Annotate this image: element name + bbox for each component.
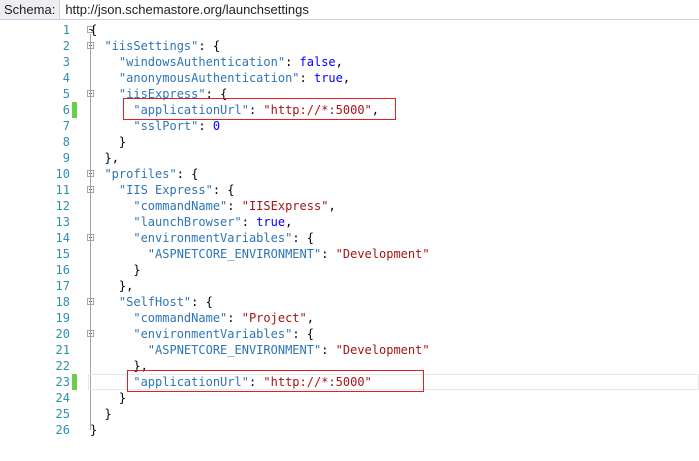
line-number: 9 [62, 151, 70, 165]
code-line[interactable]: 1{ [0, 22, 699, 38]
code-text: "ASPNETCORE_ENVIRONMENT": "Development" [147, 343, 430, 357]
line-number: 24 [55, 391, 70, 405]
code-line[interactable]: 9 }, [0, 150, 699, 166]
line-number: 1 [62, 23, 70, 37]
code-text: "environmentVariables": { [133, 231, 314, 245]
line-number: 10 [55, 167, 70, 181]
line-number: 17 [55, 279, 70, 293]
code-line[interactable]: 20 "environmentVariables": { [0, 326, 699, 342]
line-number: 18 [55, 295, 70, 309]
code-line[interactable]: 2 "iisSettings": { [0, 38, 699, 54]
change-marker [72, 374, 77, 390]
code-line[interactable]: 4 "anonymousAuthentication": true, [0, 70, 699, 86]
line-number: 11 [55, 183, 70, 197]
line-number: 12 [55, 199, 70, 213]
line-number: 26 [55, 423, 70, 437]
code-text: "profiles": { [104, 167, 199, 181]
code-editor[interactable]: 1{2 "iisSettings": {3 "windowsAuthentica… [0, 20, 699, 461]
code-line[interactable]: 24 } [0, 390, 699, 406]
code-text: } [118, 391, 127, 405]
change-marker [72, 102, 77, 118]
annotation-highlight-box [127, 370, 424, 392]
code-text: "sslPort": 0 [133, 119, 221, 133]
code-line[interactable]: 16 } [0, 262, 699, 278]
code-line[interactable]: 11 "IIS Express": { [0, 182, 699, 198]
code-text: "commandName": "Project", [133, 311, 314, 325]
code-text: { [90, 23, 98, 37]
line-number: 15 [55, 247, 70, 261]
line-number: 8 [62, 135, 70, 149]
schema-label: Schema: [0, 0, 61, 19]
fold-gutter-line [90, 34, 91, 430]
line-number: 22 [55, 359, 70, 373]
code-text: } [104, 407, 112, 421]
schema-url-dropdown[interactable]: http://json.schemastore.org/launchsettin… [60, 0, 365, 19]
code-line[interactable]: 10 "profiles": { [0, 166, 699, 182]
line-number: 23 [55, 375, 70, 389]
line-number: 19 [55, 311, 70, 325]
code-text: "iisSettings": { [104, 39, 221, 53]
code-line[interactable]: 8 } [0, 134, 699, 150]
line-number: 6 [62, 103, 70, 117]
line-number: 20 [55, 327, 70, 341]
code-text: "windowsAuthentication": false, [118, 55, 343, 69]
line-number: 2 [62, 39, 70, 53]
line-number: 16 [55, 263, 70, 277]
code-line[interactable]: 13 "launchBrowser": true, [0, 214, 699, 230]
code-text: "SelfHost": { [118, 295, 213, 309]
code-text: "environmentVariables": { [133, 327, 314, 341]
code-text: }, [104, 151, 119, 165]
code-text: } [118, 135, 127, 149]
code-line[interactable]: 7 "sslPort": 0 [0, 118, 699, 134]
line-number: 4 [62, 71, 70, 85]
code-text: } [90, 423, 98, 437]
line-number: 5 [62, 87, 70, 101]
code-text: "anonymousAuthentication": true, [118, 71, 351, 85]
annotation-highlight-box [123, 98, 396, 120]
code-line[interactable]: 21 "ASPNETCORE_ENVIRONMENT": "Developmen… [0, 342, 699, 358]
line-number: 21 [55, 343, 70, 357]
code-text: } [133, 263, 141, 277]
code-line[interactable]: 3 "windowsAuthentication": false, [0, 54, 699, 70]
code-text: "IIS Express": { [118, 183, 235, 197]
line-number: 14 [55, 231, 70, 245]
code-text: }, [118, 279, 134, 293]
code-line[interactable]: 18 "SelfHost": { [0, 294, 699, 310]
line-number: 3 [62, 55, 70, 69]
line-number: 25 [55, 407, 70, 421]
code-line[interactable]: 19 "commandName": "Project", [0, 310, 699, 326]
line-number: 7 [62, 119, 70, 133]
code-line[interactable]: 26} [0, 422, 699, 438]
code-line[interactable]: 17 }, [0, 278, 699, 294]
code-line[interactable]: 14 "environmentVariables": { [0, 230, 699, 246]
code-line[interactable]: 15 "ASPNETCORE_ENVIRONMENT": "Developmen… [0, 246, 699, 262]
code-line[interactable]: 25 } [0, 406, 699, 422]
code-text: "commandName": "IISExpress", [133, 199, 336, 213]
line-number: 13 [55, 215, 70, 229]
schema-bar: Schema: http://json.schemastore.org/laun… [0, 0, 699, 20]
code-text: "launchBrowser": true, [133, 215, 293, 229]
code-text: "ASPNETCORE_ENVIRONMENT": "Development" [147, 247, 430, 261]
code-line[interactable]: 12 "commandName": "IISExpress", [0, 198, 699, 214]
